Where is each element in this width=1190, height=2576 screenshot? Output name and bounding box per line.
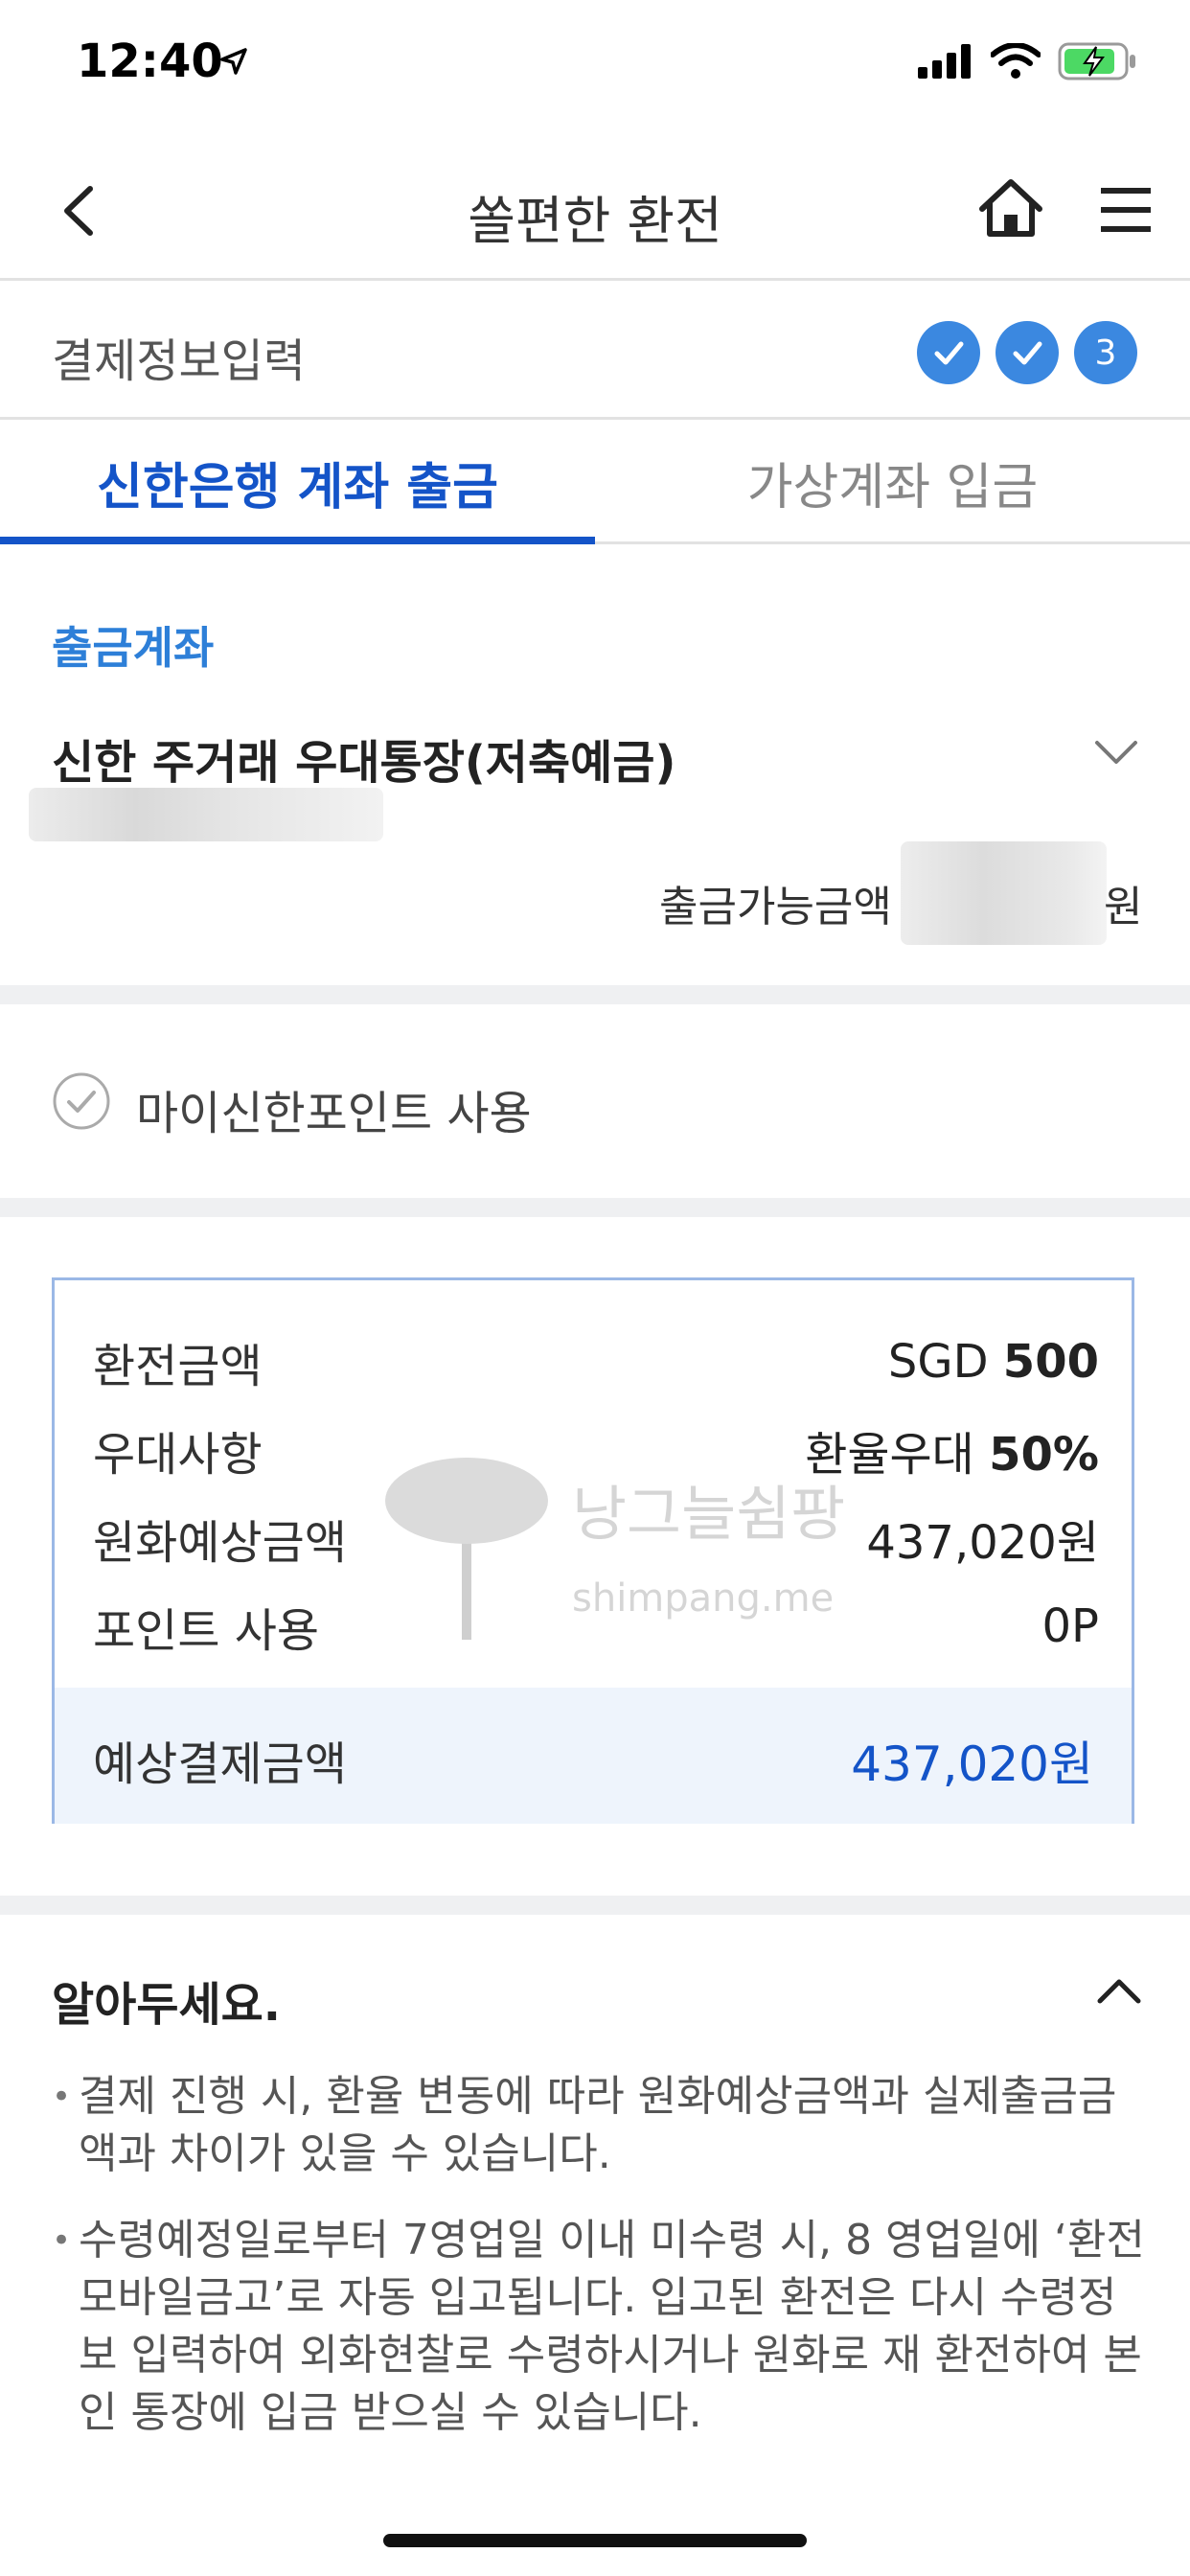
estimated-payment-label: 예상결제금액 <box>93 1737 347 1791</box>
home-indicator[interactable] <box>383 2534 807 2547</box>
points-option-label[interactable]: 마이신한포인트 사용 <box>136 1075 532 1142</box>
step-indicator-row: 결제정보입력 3 <box>0 281 1190 420</box>
summary-prefix: SGD <box>887 1335 1003 1389</box>
available-amount-label: 출금가능금액 <box>659 883 892 932</box>
summary-row-points-used: 포인트 사용 0P <box>93 1593 1099 1660</box>
chevron-down-icon[interactable] <box>1087 733 1145 771</box>
notice-title: 알아두세요. <box>52 1978 282 2032</box>
section-divider <box>0 1198 1190 1217</box>
section-divider <box>0 1896 1190 1915</box>
exchange-summary-box: 낭그늘쉼팡 shimpang.me 환전금액 SGD 500 우대사항 환율우대… <box>52 1277 1134 1824</box>
bullet-icon: • <box>52 2078 72 2116</box>
summary-label: 포인트 사용 <box>93 1604 320 1658</box>
summary-row-exchange-amount: 환전금액 SGD 500 <box>93 1328 1099 1395</box>
account-select[interactable]: 신한 주거래 우대통장(저축예금) <box>52 724 675 792</box>
cellular-signal-icon <box>918 44 973 82</box>
summary-value: 0P <box>1041 1599 1099 1653</box>
estimated-payment-value: 437,020원 <box>851 1736 1093 1792</box>
notice-text: 수령예정일로부터 7영업일 이내 미수령 시, 8 영업일에 ‘환전 모바일금고… <box>79 2216 1145 2437</box>
step-1-complete-check-icon <box>917 321 980 384</box>
tab-shinhan-account-withdrawal[interactable]: 신한은행 계좌 출금 <box>0 420 595 544</box>
wifi-icon <box>990 42 1041 83</box>
chevron-up-icon[interactable] <box>1092 1972 1146 2011</box>
summary-label: 원화예상금액 <box>93 1516 347 1570</box>
status-time: 12:40 <box>77 34 223 88</box>
home-button[interactable] <box>973 171 1049 247</box>
step-label: 결제정보입력 <box>52 334 306 388</box>
masked-account-number <box>29 788 383 841</box>
summary-label: 우대사항 <box>93 1428 263 1482</box>
step-current-badge: 3 <box>1074 321 1137 384</box>
notice-item: • 수령예정일로부터 7영업일 이내 미수령 시, 8 영업일에 ‘환전 모바일… <box>52 2212 1154 2442</box>
summary-row-krw-estimate: 원화예상금액 437,020원 <box>93 1505 1099 1572</box>
location-arrow-icon <box>218 46 249 77</box>
summary-value: 50% <box>989 1428 1099 1482</box>
estimated-payment-row: 예상결제금액 437,020원 <box>55 1688 1132 1824</box>
app-header: 쏠편한 환전 <box>0 144 1190 281</box>
summary-prefix: 환율우대 <box>805 1428 990 1482</box>
tab-virtual-account-deposit[interactable]: 가상계좌 입금 <box>595 420 1190 544</box>
summary-row-preference: 우대사항 환율우대 50% <box>93 1416 1099 1484</box>
withdrawal-account-label: 출금계좌 <box>52 622 215 674</box>
summary-value: 437,020원 <box>866 1516 1099 1570</box>
available-amount-unit: 원 <box>1104 883 1143 932</box>
menu-button[interactable] <box>1097 176 1156 243</box>
battery-charging-icon <box>1058 42 1138 84</box>
section-divider <box>0 985 1190 1004</box>
masked-available-amount <box>901 841 1107 945</box>
notice-item: • 결제 진행 시, 환율 변동에 따라 원화예상금액과 실제출금금액과 차이가… <box>52 2068 1154 2183</box>
bullet-icon: • <box>52 2221 72 2260</box>
points-checkbox-icon[interactable] <box>52 1071 111 1131</box>
summary-label: 환전금액 <box>93 1340 263 1393</box>
step-2-complete-check-icon <box>995 321 1059 384</box>
notice-text: 결제 진행 시, 환율 변동에 따라 원화예상금액과 실제출금금액과 차이가 있… <box>79 2072 1117 2178</box>
status-icons <box>918 42 1138 84</box>
active-tab-indicator <box>0 537 595 544</box>
summary-value: 500 <box>1002 1335 1099 1389</box>
